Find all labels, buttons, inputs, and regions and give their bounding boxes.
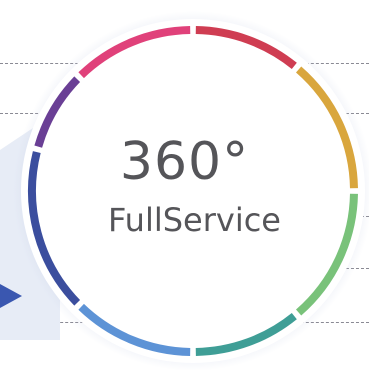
badge-subtitle: FullService <box>108 201 281 239</box>
badge-stage: 360° FullService <box>0 0 369 370</box>
badge-value: 360° <box>119 132 250 192</box>
